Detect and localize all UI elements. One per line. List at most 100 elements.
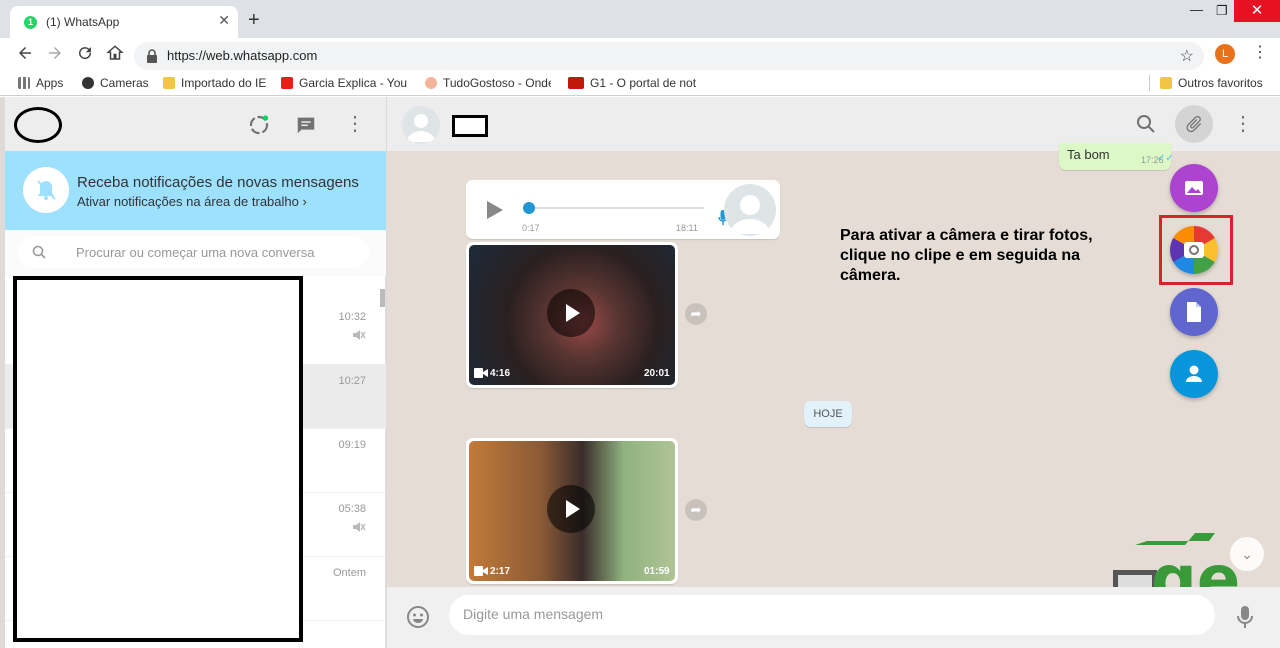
user-avatar-redacted[interactable]	[14, 107, 62, 143]
contact-avatar[interactable]	[402, 106, 440, 144]
document-icon	[1187, 302, 1201, 322]
audio-time: 18:11	[676, 223, 698, 233]
bookmark-garcia[interactable]: Garcia Explica - YouT	[281, 76, 407, 90]
video-play-icon[interactable]	[547, 485, 595, 533]
notification-link-text: Ativar notificações na área de trabalho	[77, 194, 299, 209]
window-close-button[interactable]: ✕	[1234, 0, 1280, 22]
chat-list-scrollbar[interactable]	[380, 289, 385, 307]
bookmarks-bar: Apps Cameras Importado do IE Garcia Expl…	[0, 70, 1280, 96]
camera-lens	[1189, 245, 1199, 255]
bookmark-apps[interactable]: Apps	[18, 76, 63, 90]
status-icon[interactable]	[248, 114, 270, 136]
attach-gallery-button[interactable]	[1170, 164, 1218, 212]
read-ticks-icon: ✓✓	[1157, 153, 1174, 164]
bookmark-label: Garcia Explica - YouT	[299, 76, 407, 90]
forward-arrow-icon[interactable]	[46, 44, 64, 62]
video-camera-icon	[474, 368, 488, 378]
bookmark-label: TudoGostoso - Onde	[443, 76, 551, 90]
sidebar-menu-icon[interactable]: ⋮	[345, 113, 365, 135]
audio-elapsed: 0:17	[522, 223, 540, 233]
conversation-pane: ⋮ Ta bom 17:26 ✓✓ 0:17 18:11 4:16 20:01 …	[387, 97, 1280, 648]
muted-speaker-icon	[352, 329, 366, 341]
browser-menu-icon[interactable]: ⋮	[1252, 44, 1268, 62]
new-tab-button[interactable]: +	[248, 10, 260, 30]
forward-icon[interactable]: ➦	[685, 499, 707, 521]
bookmark-cameras[interactable]: Cameras	[82, 76, 149, 90]
bookmark-g1[interactable]: G1 - O portal de notí	[568, 76, 696, 90]
folder-icon	[1160, 77, 1172, 89]
video-duration: 2:17	[490, 566, 511, 577]
forward-icon[interactable]: ➦	[685, 303, 707, 325]
browser-tab-whatsapp[interactable]: 1 (1) WhatsApp ✕	[10, 6, 238, 38]
bookmark-label: G1 - O portal de notí	[590, 76, 696, 90]
bookmark-importado[interactable]: Importado do IE	[163, 76, 266, 90]
reload-icon[interactable]	[76, 44, 94, 62]
browser-toolbar: https://web.whatsapp.com ☆ L ⋮	[0, 38, 1280, 70]
chat-time: 10:32	[338, 311, 366, 323]
address-url: https://web.whatsapp.com	[167, 48, 318, 63]
date-divider-label: HOJE	[813, 408, 843, 420]
whatsapp-favicon-badge: 1	[24, 16, 37, 29]
sender-avatar	[724, 184, 776, 236]
chat-time: 10:27	[338, 375, 366, 387]
new-chat-icon[interactable]	[295, 114, 317, 136]
bookmark-label: Apps	[36, 76, 64, 90]
tutorial-annotation: Para ativar a câmera e tirar fotos, cliq…	[840, 227, 1093, 284]
notification-banner[interactable]: Receba notificações de novas mensagens A…	[5, 151, 386, 230]
minimize-icon[interactable]: —	[1190, 2, 1203, 17]
contact-name-redacted[interactable]	[452, 115, 488, 137]
whatsapp-app: ⋮ Receba notificações de novas mensagens…	[0, 97, 1280, 648]
back-arrow-icon[interactable]	[16, 44, 34, 62]
video-message[interactable]: 4:16 20:01	[466, 242, 678, 388]
paperclip-icon	[1186, 115, 1202, 133]
tab-close-icon[interactable]: ✕	[218, 12, 230, 29]
outgoing-message[interactable]: Ta bom 17:26 ✓✓	[1059, 143, 1174, 170]
attach-camera-button[interactable]	[1170, 226, 1218, 274]
audio-progress-track[interactable]	[528, 207, 704, 209]
notification-link[interactable]: Ativar notificações na área de trabalho …	[77, 194, 307, 209]
chat-time: Ontem	[332, 567, 366, 579]
conversation-menu-icon[interactable]: ⋮	[1233, 113, 1253, 135]
profile-avatar[interactable]: L	[1215, 44, 1235, 64]
home-icon[interactable]	[106, 44, 124, 62]
restore-icon[interactable]: ❐	[1216, 3, 1228, 19]
attach-document-button[interactable]	[1170, 288, 1218, 336]
play-icon[interactable]	[486, 200, 504, 220]
message-composer: Digite uma mensagem	[387, 587, 1280, 648]
bookmark-tudogostoso[interactable]: TudoGostoso - Onde	[425, 76, 551, 90]
youtube-icon	[281, 77, 293, 89]
emoji-icon[interactable]	[406, 605, 430, 629]
contact-icon	[1186, 365, 1202, 382]
voice-microphone-icon[interactable]	[1237, 605, 1253, 629]
camera-icon	[1184, 242, 1204, 258]
folder-icon	[163, 77, 175, 89]
audio-message[interactable]: 0:17 18:11	[466, 180, 780, 239]
search-placeholder: Procurar ou começar uma nova conversa	[76, 245, 315, 260]
message-input[interactable]: Digite uma mensagem	[449, 595, 1215, 635]
search-area: Procurar ou começar uma nova conversa	[5, 230, 386, 276]
search-messages-icon[interactable]	[1136, 114, 1156, 134]
chat-list-pane: ⋮ Receba notificações de novas mensagens…	[5, 97, 386, 648]
lock-icon	[146, 49, 158, 63]
address-bar[interactable]: https://web.whatsapp.com ☆	[134, 42, 1204, 70]
message-text: Ta bom	[1067, 147, 1110, 162]
video-play-icon[interactable]	[547, 289, 595, 337]
search-input[interactable]: Procurar ou começar uma nova conversa	[17, 236, 369, 268]
g1-icon	[568, 77, 584, 89]
bookmark-other[interactable]: Outros favoritos	[1160, 76, 1263, 90]
redacted-chat-names	[13, 276, 303, 642]
bookmark-label: Cameras	[100, 76, 149, 90]
video-message[interactable]: 2:17 01:59	[466, 438, 678, 584]
message-input-placeholder: Digite uma mensagem	[463, 606, 604, 622]
chat-time: 05:38	[338, 503, 366, 515]
video-camera-icon	[474, 566, 488, 576]
video-time: 01:59	[644, 566, 670, 577]
muted-bell-icon	[23, 167, 69, 213]
video-duration: 4:16	[490, 368, 511, 379]
audio-progress-knob[interactable]	[523, 202, 535, 214]
tudogostoso-icon	[425, 77, 437, 89]
search-icon	[32, 245, 46, 259]
attach-contact-button[interactable]	[1170, 350, 1218, 398]
bookmark-star-icon[interactable]: ☆	[1180, 46, 1194, 66]
attach-button[interactable]	[1175, 105, 1213, 143]
